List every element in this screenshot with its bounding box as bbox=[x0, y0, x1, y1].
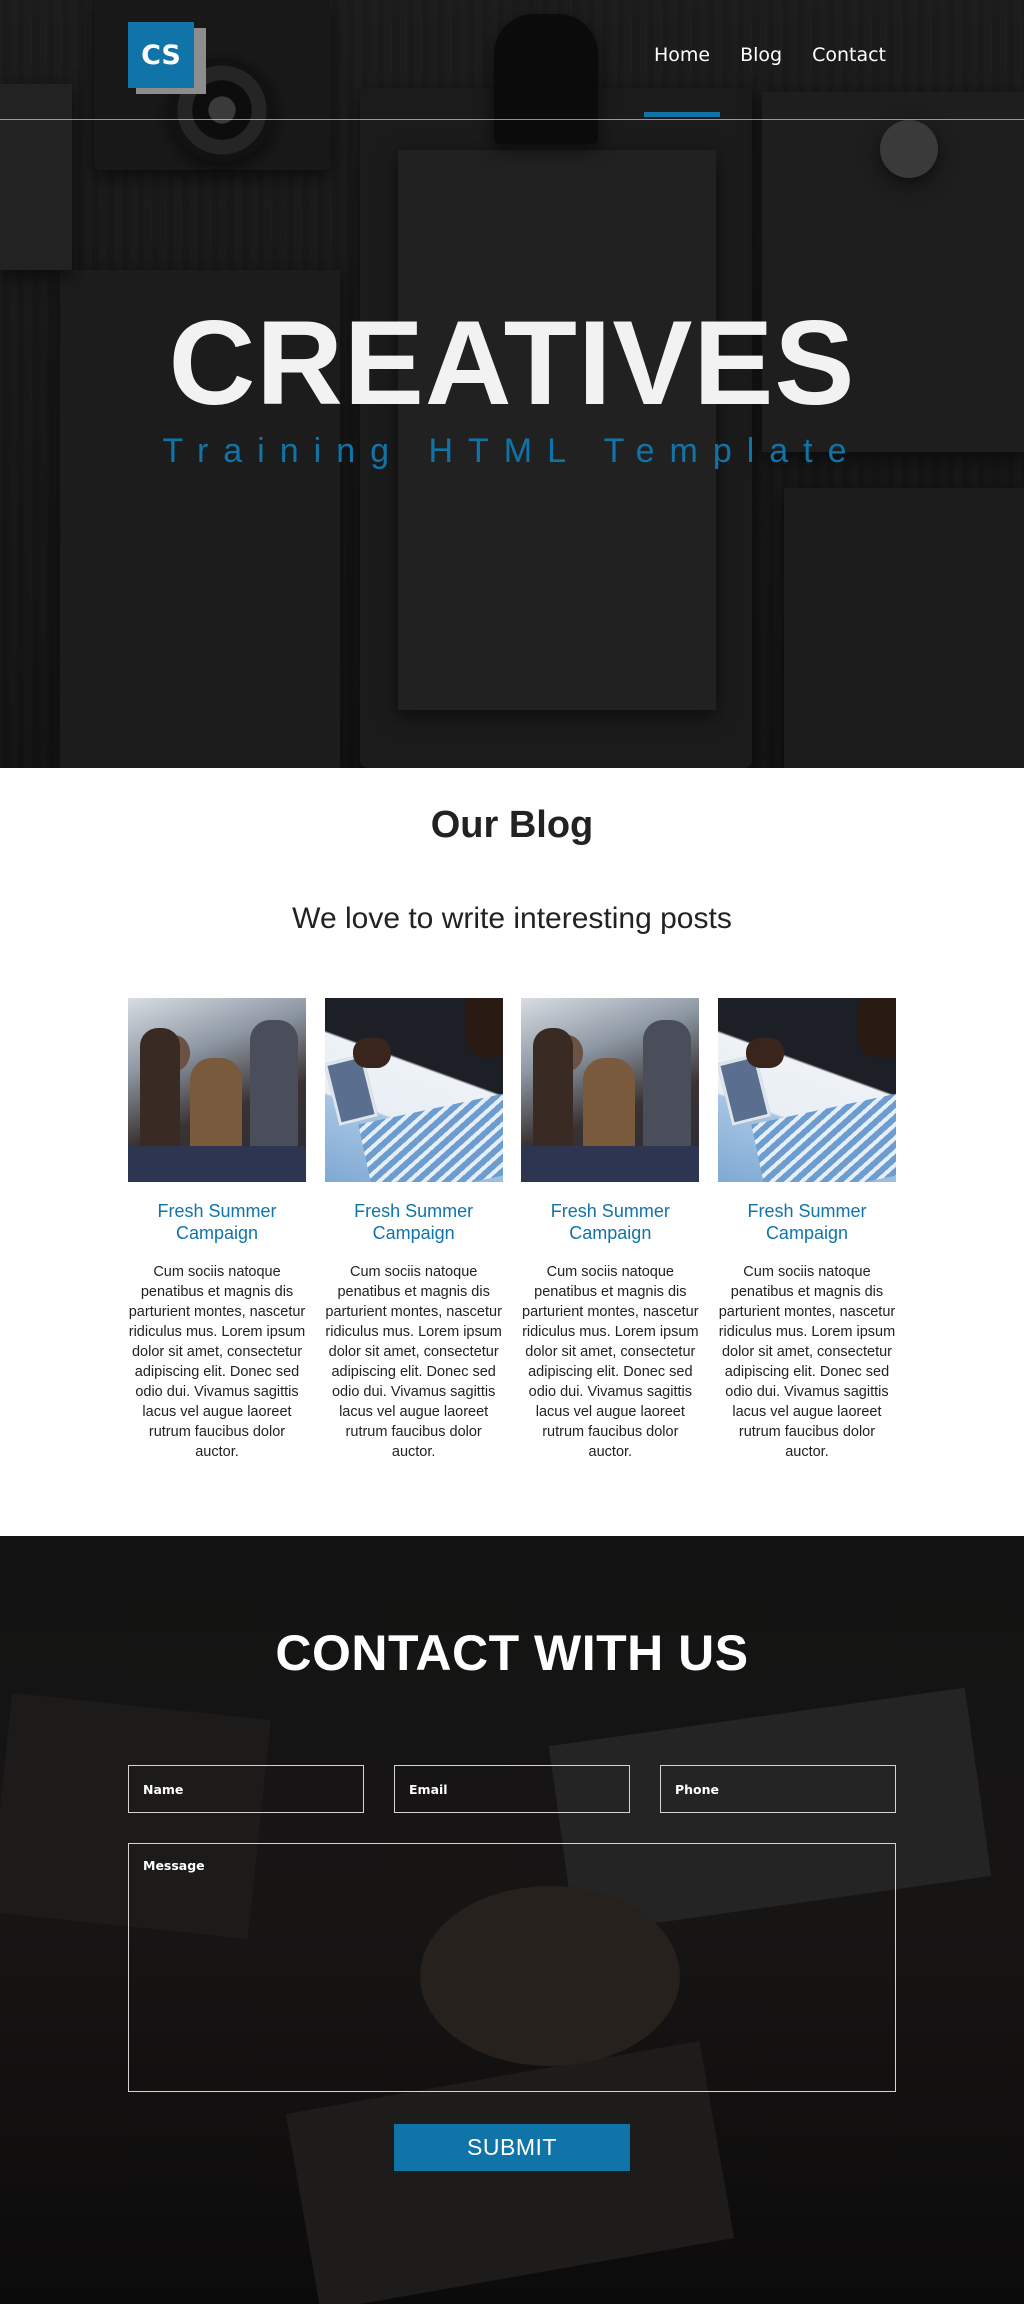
hero-section: CS Home Blog Contact CREATIVES Training … bbox=[0, 0, 1024, 768]
nav-blog[interactable]: Blog bbox=[740, 44, 782, 66]
hero-title: CREATIVES bbox=[168, 296, 856, 430]
email-field[interactable] bbox=[394, 1765, 630, 1813]
post-text: Cum sociis natoque penatibus et magnis d… bbox=[128, 1264, 306, 1460]
blog-post: Fresh Summer Campaign Cum sociis natoque… bbox=[717, 998, 896, 1462]
logo[interactable]: CS bbox=[128, 22, 206, 94]
blog-post: Fresh Summer Campaign Cum sociis natoque… bbox=[324, 998, 503, 1462]
submit-button[interactable]: SUBMIT bbox=[394, 2124, 630, 2171]
post-title[interactable]: Fresh Summer Campaign bbox=[128, 1200, 306, 1244]
nav-home[interactable]: Home bbox=[643, 44, 721, 117]
logo-text: CS bbox=[128, 22, 194, 88]
phone-field[interactable] bbox=[660, 1765, 896, 1813]
contact-title: CONTACT WITH US bbox=[275, 1625, 749, 1681]
contact-section: CONTACT WITH US SUBMIT bbox=[0, 1536, 1024, 2304]
blog-post: Fresh Summer Campaign Cum sociis natoque… bbox=[128, 998, 306, 1462]
main-nav: Home Blog Contact bbox=[624, 44, 886, 117]
name-field[interactable] bbox=[128, 1765, 364, 1813]
blog-section: Our Blog We love to write interesting po… bbox=[0, 768, 1024, 1536]
blog-subtitle: We love to write interesting posts bbox=[292, 902, 732, 935]
blog-posts: Fresh Summer Campaign Cum sociis natoque… bbox=[128, 998, 896, 1462]
post-text: Cum sociis natoque penatibus et magnis d… bbox=[325, 1264, 502, 1460]
post-title[interactable]: Fresh Summer Campaign bbox=[718, 1200, 896, 1244]
post-text: Cum sociis natoque penatibus et magnis d… bbox=[718, 1264, 896, 1460]
nav-contact[interactable]: Contact bbox=[812, 44, 886, 66]
post-text: Cum sociis natoque penatibus et magnis d… bbox=[522, 1264, 699, 1460]
header-divider bbox=[0, 119, 1024, 120]
post-title[interactable]: Fresh Summer Campaign bbox=[521, 1200, 699, 1244]
hero-subtitle: Training HTML Template bbox=[162, 432, 862, 470]
message-field[interactable] bbox=[128, 1843, 896, 2092]
post-image[interactable] bbox=[128, 998, 306, 1182]
blog-post: Fresh Summer Campaign Cum sociis natoque… bbox=[521, 998, 700, 1462]
post-image[interactable] bbox=[324, 998, 503, 1182]
blog-title: Our Blog bbox=[430, 804, 594, 846]
post-image[interactable] bbox=[521, 998, 700, 1182]
post-image[interactable] bbox=[717, 998, 896, 1182]
post-title[interactable]: Fresh Summer Campaign bbox=[325, 1200, 503, 1244]
